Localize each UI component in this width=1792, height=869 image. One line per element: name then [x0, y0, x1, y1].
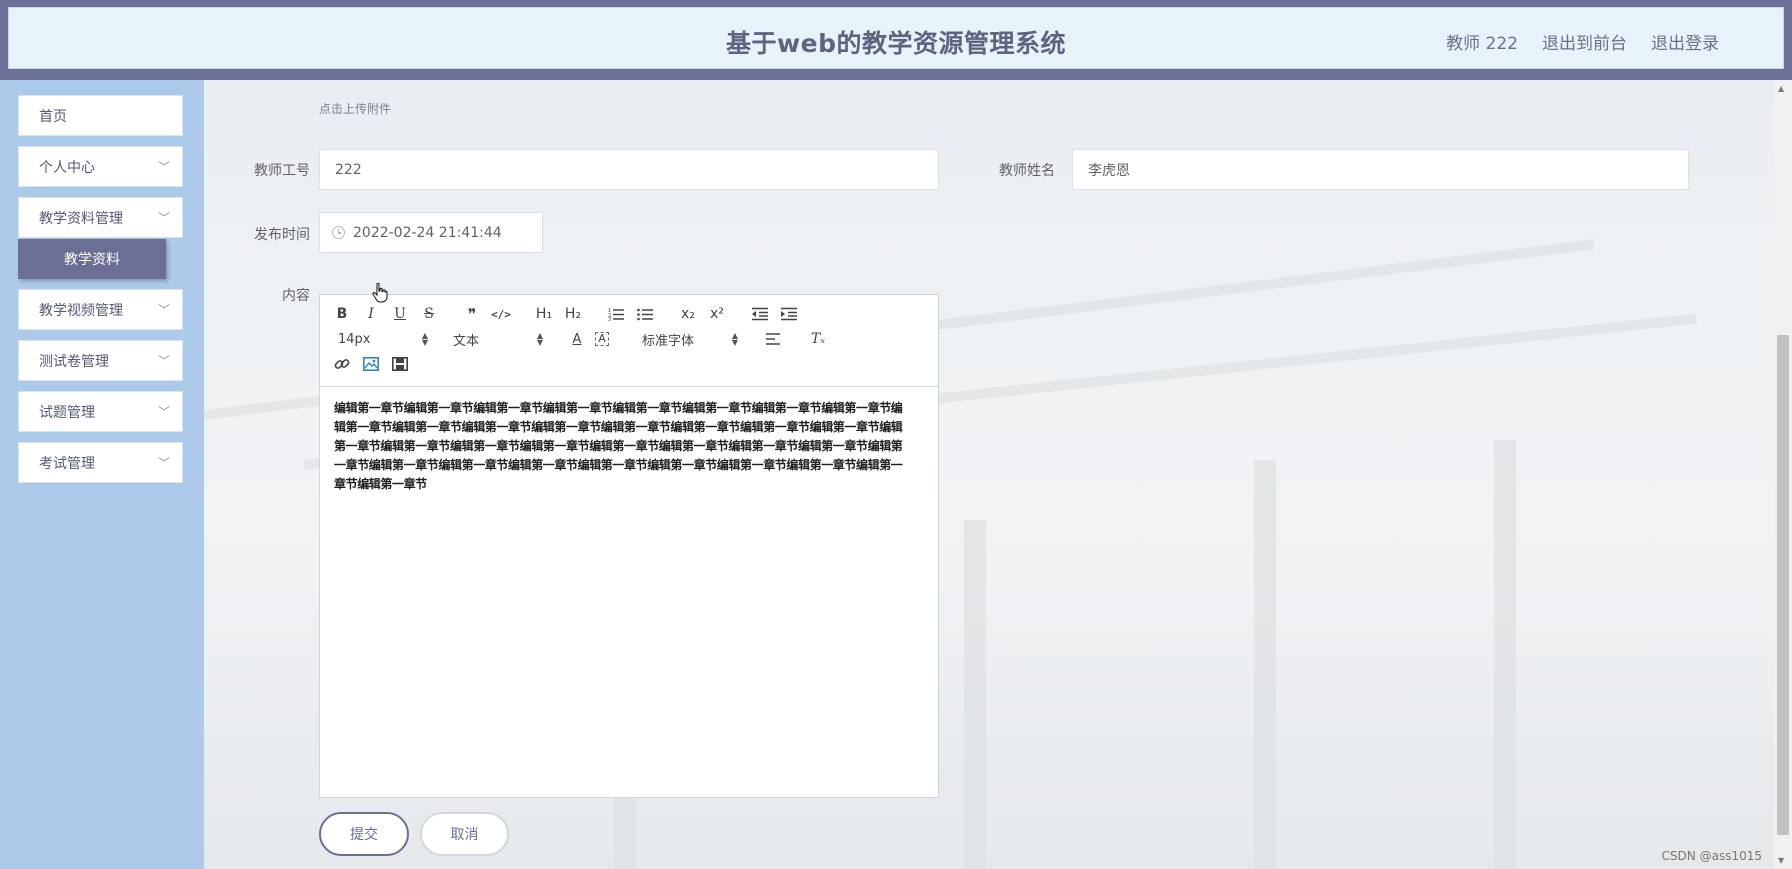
font-size-value: 14px [338, 331, 371, 347]
sidebar: 首页 个人中心 ﹀ 教学资料管理 ﹀ 教学资料 教学视频管理 ﹀ 测试卷管理 ﹀… [0, 80, 204, 869]
strike-button[interactable]: S [417, 303, 441, 325]
font-size-select[interactable]: 14px ▲ ▼ [338, 328, 428, 350]
header-format-select[interactable]: 文本 ▲ ▼ [453, 328, 543, 350]
clock-icon [332, 226, 345, 239]
publish-time-picker[interactable]: 2022-02-24 21:41:44 [319, 212, 543, 253]
upload-attachment-link[interactable]: 点击上传附件 [319, 100, 391, 117]
code-block-button[interactable]: </> [489, 303, 513, 325]
chevron-down-icon: ﹀ [157, 354, 170, 368]
sidebar-item-question-management[interactable]: 试题管理 ﹀ [18, 391, 183, 432]
sidebar-item-label: 测试卷管理 [39, 353, 109, 370]
page-scrollbar[interactable]: ▲ ▼ [1774, 80, 1792, 869]
outdent-button[interactable] [748, 303, 772, 325]
header2-button[interactable]: H₂ [561, 303, 585, 325]
bullet-list-icon [637, 308, 653, 321]
text-color-button[interactable]: A [565, 328, 589, 350]
indent-button[interactable] [777, 303, 801, 325]
sidebar-item-home[interactable]: 首页 [18, 95, 183, 136]
image-icon [363, 357, 379, 371]
exit-to-front-link[interactable]: 退出到前台 [1542, 29, 1627, 54]
publish-time-value: 2022-02-24 21:41:44 [353, 224, 502, 241]
sidebar-item-label: 试题管理 [39, 404, 95, 421]
link-icon [334, 359, 350, 369]
font-family-select[interactable]: 标准字体 ▲ ▼ [642, 328, 738, 350]
sidebar-item-test-paper-management[interactable]: 测试卷管理 ﹀ [18, 340, 183, 381]
header: 基于web的教学资源管理系统 教师 222 退出到前台 退出登录 [8, 7, 1784, 69]
header-links: 教师 222 退出到前台 退出登录 [1446, 29, 1719, 54]
font-family-value: 标准字体 [642, 333, 695, 349]
teacher-name-label: 教师姓名 [999, 163, 1055, 179]
content-label: 内容 [282, 288, 310, 304]
indent-icon [781, 307, 797, 321]
superscript-button[interactable]: x² [705, 303, 729, 325]
teacher-name-field[interactable]: 李虎恩 [1072, 149, 1689, 190]
chevron-down-icon: ﹀ [157, 303, 170, 317]
header-format-value: 文本 [453, 333, 480, 349]
sidebar-item-label: 首页 [39, 108, 67, 125]
image-button[interactable] [359, 353, 383, 375]
bold-button[interactable]: B [330, 303, 354, 325]
user-label: 教师 222 [1446, 34, 1518, 54]
sidebar-item-exam-management[interactable]: 考试管理 ﹀ [18, 442, 183, 483]
rich-text-editor: B I U S ❞ </> H₁ H₂ 123 x₂ x² 14px ▲ ▼ 文… [319, 294, 939, 798]
hand-pointer-icon [372, 282, 388, 307]
chevron-down-icon: ﹀ [157, 456, 170, 470]
sidebar-item-materials-management[interactable]: 教学资料管理 ﹀ [18, 197, 183, 238]
sidebar-item-video-management[interactable]: 教学视频管理 ﹀ [18, 289, 183, 330]
select-arrows-icon: ▲ ▼ [536, 331, 543, 347]
cancel-button[interactable]: 取消 [420, 812, 509, 856]
scroll-up-icon[interactable]: ▲ [1778, 84, 1784, 93]
ordered-list-icon: 123 [608, 308, 624, 321]
blockquote-button[interactable]: ❞ [460, 303, 484, 325]
sidebar-item-label: 考试管理 [39, 455, 95, 472]
watermark: CSDN @ass1015 [1661, 849, 1762, 863]
chevron-down-icon: ﹀ [157, 405, 170, 419]
select-arrows-icon: ▲ ▼ [421, 331, 428, 347]
video-icon [392, 357, 408, 371]
main-form: 点击上传附件 教师工号 222 教师姓名 李虎恩 发布时间 2022-02-24… [204, 80, 1774, 869]
select-arrows-icon: ▲ ▼ [731, 331, 738, 347]
teacher-id-label: 教师工号 [254, 163, 310, 179]
sidebar-item-personal-center[interactable]: 个人中心 ﹀ [18, 146, 183, 187]
publish-time-label: 发布时间 [254, 227, 310, 243]
align-left-icon [766, 333, 780, 345]
sidebar-item-label: 教学视频管理 [39, 302, 123, 319]
svg-text:3: 3 [608, 317, 611, 321]
submit-button[interactable]: 提交 [319, 812, 409, 856]
link-button[interactable] [330, 353, 354, 375]
outdent-icon [752, 307, 768, 321]
teacher-id-field[interactable]: 222 [319, 149, 939, 190]
top-bar: 基于web的教学资源管理系统 教师 222 退出到前台 退出登录 [0, 0, 1792, 80]
header1-button[interactable]: H₁ [532, 303, 556, 325]
clean-format-button[interactable]: Tₓ [806, 328, 830, 350]
chevron-down-icon: ﹀ [157, 160, 170, 174]
underline-button[interactable]: U [388, 303, 412, 325]
video-button[interactable] [388, 353, 412, 375]
scrollbar-thumb[interactable] [1777, 335, 1789, 835]
chevron-down-icon: ﹀ [157, 211, 170, 225]
logout-link[interactable]: 退出登录 [1651, 29, 1719, 54]
sidebar-item-label: 个人中心 [39, 159, 95, 176]
ordered-list-button[interactable]: 123 [604, 303, 628, 325]
sidebar-item-label: 教学资料管理 [39, 210, 123, 227]
background-color-glyph: A [595, 332, 609, 346]
editor-toolbar: B I U S ❞ </> H₁ H₂ 123 x₂ x² 14px ▲ ▼ 文… [320, 295, 938, 387]
editor-content[interactable]: 编辑第一章节编辑第一章节编辑第一章节编辑第一章节编辑第一章节编辑第一章节编辑第一… [334, 399, 910, 494]
background-color-button[interactable]: A [590, 328, 614, 350]
align-button[interactable] [762, 328, 786, 350]
subscript-button[interactable]: x₂ [676, 303, 700, 325]
bullet-list-button[interactable] [633, 303, 657, 325]
submenu-item-materials[interactable]: 教学资料 [18, 239, 166, 279]
scroll-down-icon[interactable]: ▼ [1778, 856, 1784, 865]
